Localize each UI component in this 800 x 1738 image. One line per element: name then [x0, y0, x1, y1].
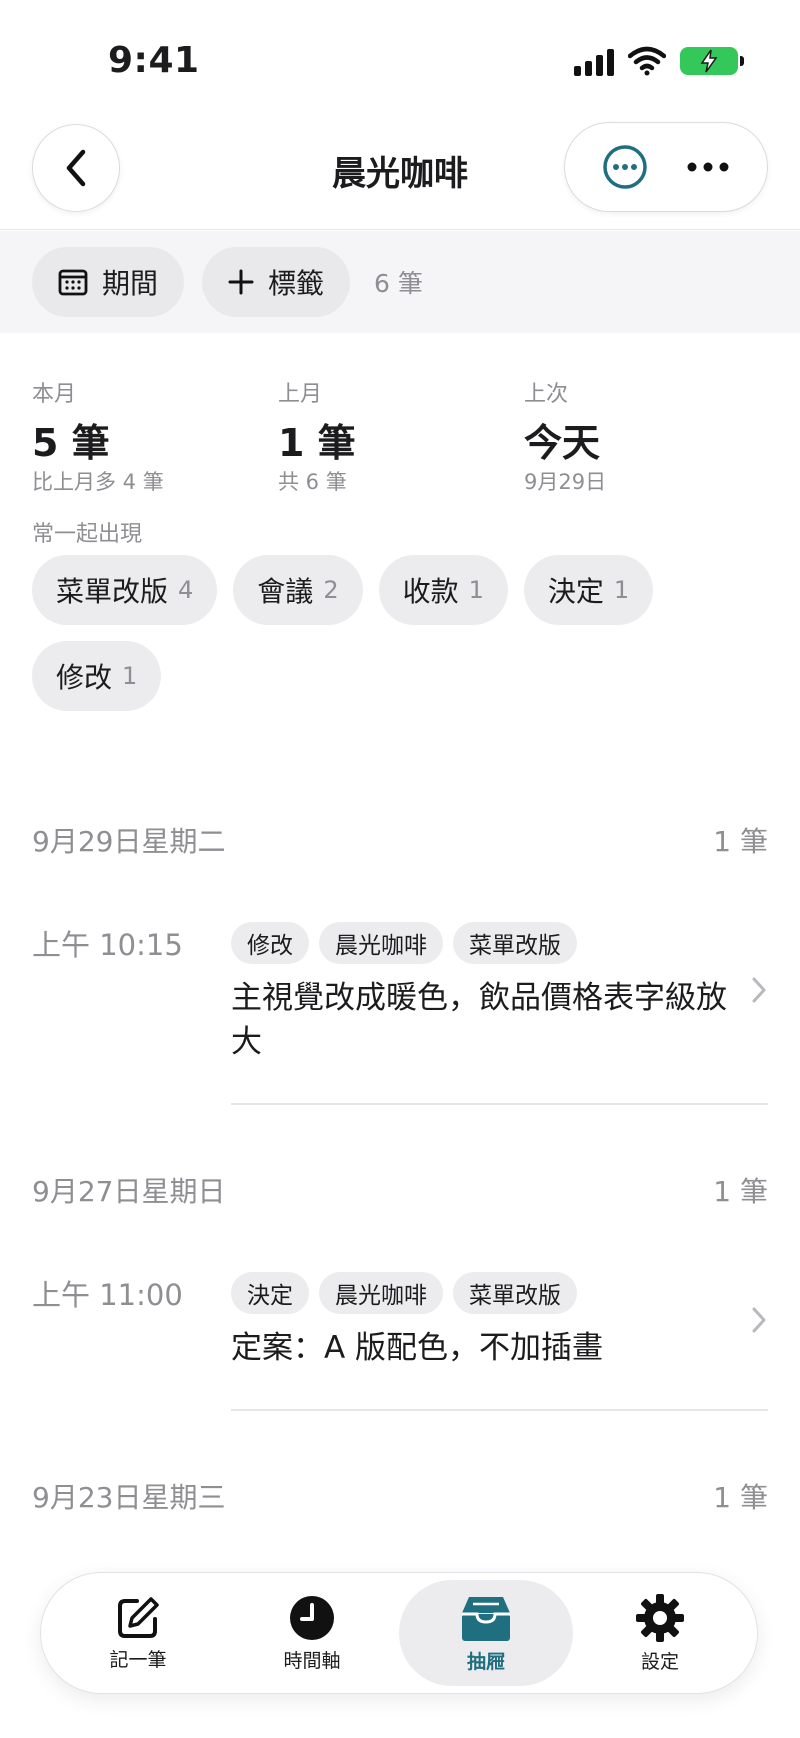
- timeline-entry[interactable]: 上午 10:15 修改 晨光咖啡 菜單改版 主視覺改成暖色，飲品價格表字級放大: [32, 922, 768, 1106]
- entry-tags: 修改 晨光咖啡 菜單改版: [231, 922, 731, 964]
- day-header: 9月27日星期日 1 筆: [32, 1170, 768, 1210]
- day-date: 9月29日星期二: [32, 825, 226, 858]
- day-date: 9月23日星期三: [32, 1481, 226, 1514]
- tab-drawer[interactable]: 抽屜: [399, 1580, 573, 1686]
- nav-capsule: [564, 122, 768, 212]
- stat-sub: 共 6 筆: [278, 470, 347, 494]
- period-filter-label: 期間: [102, 267, 159, 300]
- timeline-entry[interactable]: 上午 11:00 決定 晨光咖啡 菜單改版 定案：A 版配色，不加插畫: [32, 1272, 768, 1412]
- tag-name: 收款: [402, 575, 459, 608]
- stat-sub: 比上月多 4 筆: [32, 470, 164, 494]
- tag-pill[interactable]: 修改 1: [32, 641, 162, 711]
- tag-count: 1: [613, 576, 630, 604]
- chevron-right-icon: [752, 977, 766, 1003]
- filter-bar: 期間 標籤 6 筆: [0, 231, 800, 333]
- day-count: 1 筆: [713, 1175, 768, 1208]
- entry-tag: 修改: [231, 922, 309, 964]
- plus-icon: [228, 269, 254, 295]
- entry-time: 上午 11:00: [32, 1278, 183, 1312]
- more-circle-icon: [602, 145, 647, 189]
- day-count: 1 筆: [713, 825, 768, 858]
- tag-count: 4: [178, 576, 194, 604]
- entry-tag: 決定: [231, 1272, 309, 1314]
- entry-tag: 菜單改版: [453, 1272, 577, 1314]
- period-filter-button[interactable]: 期間: [32, 247, 185, 317]
- stat-label: 上月: [278, 382, 323, 407]
- entry-body: 修改 晨光咖啡 菜單改版 主視覺改成暖色，飲品價格表字級放大: [231, 922, 731, 1064]
- stat-last-month: 上月 1 筆 共 6 筆: [278, 376, 524, 496]
- entry-tag: 晨光咖啡: [319, 1272, 443, 1314]
- entry-text: 定案：A 版配色，不加插畫: [231, 1330, 604, 1366]
- stat-value: 5 筆: [32, 421, 110, 465]
- tab-label: 設定: [640, 1650, 679, 1673]
- options-button[interactable]: [590, 132, 660, 202]
- tag-name: 會議: [257, 575, 314, 608]
- stat-value: 1 筆: [278, 421, 356, 465]
- result-count: 6 筆: [374, 269, 423, 298]
- wifi-icon: [628, 46, 666, 76]
- chevron-right-icon: [752, 1307, 766, 1333]
- divider: [231, 1103, 768, 1105]
- clock-icon: [290, 1595, 334, 1640]
- drawer-icon: [462, 1596, 510, 1641]
- signal-icon: [574, 46, 614, 76]
- tab-compose[interactable]: 記一筆: [51, 1580, 225, 1686]
- status-time: 9:41: [108, 40, 200, 81]
- tag-count: 1: [468, 576, 484, 604]
- entry-tag: 晨光咖啡: [319, 922, 443, 964]
- stat-value: 今天: [524, 421, 601, 465]
- gear-icon: [636, 1593, 684, 1642]
- status-icons: [574, 46, 744, 76]
- stat-label: 本月: [32, 382, 77, 407]
- stat-this-month: 本月 5 筆 比上月多 4 筆: [32, 376, 278, 496]
- co-occur-label: 常一起出現: [32, 522, 143, 547]
- nav-bar: 晨光咖啡: [0, 120, 800, 230]
- entry-text: 主視覺改成暖色，飲品價格表字級放大: [231, 980, 727, 1060]
- tab-settings[interactable]: 設定: [573, 1580, 747, 1686]
- stats-row: 本月 5 筆 比上月多 4 筆 上月 1 筆 共 6 筆 上次 今天 9月29日: [32, 376, 772, 496]
- tag-filter-label: 標籤: [268, 267, 325, 300]
- divider: [231, 1409, 768, 1411]
- calendar-icon: [58, 269, 88, 296]
- tab-bar: 記一筆 時間軸 抽屜 設定: [40, 1572, 758, 1694]
- tag-pill[interactable]: 會議 2: [233, 555, 363, 625]
- battery-icon: [680, 47, 744, 75]
- entry-tag: 菜單改版: [453, 922, 577, 964]
- co-occur-tags: 菜單改版 4 會議 2 收款 1 決定 1 修改 1: [32, 555, 752, 711]
- day-count: 1 筆: [713, 1481, 768, 1514]
- tab-label: 時間軸: [283, 1649, 341, 1672]
- compose-icon: [118, 1596, 159, 1638]
- tag-pill[interactable]: 決定 1: [523, 555, 654, 625]
- tag-count: 1: [122, 662, 138, 690]
- stat-label: 上次: [524, 382, 569, 407]
- tab-label: 記一筆: [109, 1648, 167, 1671]
- tag-filter-button[interactable]: 標籤: [202, 247, 351, 317]
- tag-name: 修改: [56, 661, 113, 694]
- tab-timeline[interactable]: 時間軸: [225, 1580, 399, 1686]
- status-bar: 9:41: [0, 0, 800, 120]
- day-header: 9月23日星期三 1 筆: [32, 1476, 768, 1516]
- tab-label: 抽屜: [466, 1650, 505, 1673]
- entry-body: 決定 晨光咖啡 菜單改版 定案：A 版配色，不加插畫: [231, 1272, 731, 1370]
- tag-count: 2: [323, 576, 339, 604]
- day-header: 9月29日星期二 1 筆: [32, 820, 768, 860]
- ellipsis-icon: [687, 162, 728, 172]
- tag-name: 菜單改版: [56, 575, 169, 608]
- tag-name: 決定: [547, 575, 604, 608]
- stat-sub: 9月29日: [524, 470, 607, 494]
- tag-pill[interactable]: 收款 1: [378, 555, 508, 625]
- tag-pill[interactable]: 菜單改版 4: [32, 555, 218, 625]
- entry-tags: 決定 晨光咖啡 菜單改版: [231, 1272, 731, 1314]
- entry-time: 上午 10:15: [32, 928, 183, 962]
- day-date: 9月27日星期日: [32, 1175, 226, 1208]
- stat-last-time: 上次 今天 9月29日: [524, 376, 770, 496]
- more-button[interactable]: [673, 132, 743, 202]
